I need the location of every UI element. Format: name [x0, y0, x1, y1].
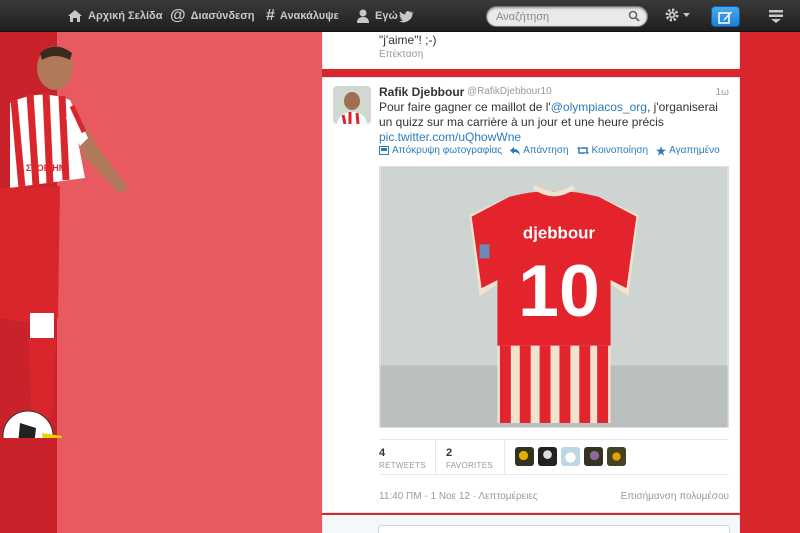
at-icon: @	[170, 7, 186, 24]
top-navigation-bar: Αρχική Σελίδα @ Διασύνδεση # Ανακάλυψε Ε…	[0, 0, 800, 32]
tweet-author-name[interactable]: Rafik Djebbour	[379, 85, 464, 99]
compose-tweet-button[interactable]	[711, 6, 740, 27]
twitter-bird-icon	[398, 10, 414, 22]
favoriter-avatar[interactable]	[538, 447, 557, 466]
hide-photo-label: Απόκρυψη φωτογραφίας	[392, 145, 503, 156]
favorites-stat[interactable]: 2 FAVORITES	[446, 447, 493, 470]
hashtag-icon: #	[266, 7, 275, 24]
avatar[interactable]	[333, 86, 371, 124]
retweets-label: RETWEETS	[379, 461, 426, 470]
more-menu-icon[interactable]	[768, 8, 784, 24]
photo-link[interactable]: pic.twitter.com/uQhowWne	[379, 130, 521, 144]
tweet-stats: 4 RETWEETS 2 FAVORITES	[379, 439, 729, 475]
star-icon	[656, 145, 667, 156]
favorite-action[interactable]: Αγαπημένο	[656, 145, 720, 156]
search-input[interactable]	[496, 7, 626, 27]
reply-action[interactable]: Απάντηση	[510, 145, 569, 156]
nav-discover[interactable]: # Ανακάλυψε	[266, 0, 339, 32]
hide-photo-action[interactable]: Απόκρυψη φωτογραφίας	[379, 145, 502, 156]
reply-area	[322, 515, 740, 533]
nav-discover-label: Ανακάλυψε	[279, 10, 339, 22]
search-box	[486, 6, 648, 27]
nav-home-label: Αρχική Σελίδα	[88, 10, 163, 22]
previous-tweet: "j'aime"! ;-) Επέκταση	[322, 32, 740, 69]
tweet-time[interactable]: 1ω	[716, 87, 729, 98]
previous-tweet-text: "j'aime"! ;-)	[379, 33, 437, 47]
retweets-count: 4	[379, 447, 386, 459]
shirt-name-text: djebbour	[523, 223, 596, 242]
favoriter-avatar[interactable]	[584, 447, 603, 466]
favoriter-avatar[interactable]	[607, 447, 626, 466]
photo-icon	[379, 146, 389, 155]
tweet-text-before: Pour faire gagner ce maillot de l'	[379, 100, 551, 114]
svg-text:ΣΤΟΙΧΗΜ: ΣΤΟΙΧΗΜ	[26, 163, 66, 173]
tweet-timestamp-row: 11:40 ΠΜ - 1 Νοε 12 · Λεπτομέρειες	[379, 491, 538, 502]
user-icon	[357, 9, 369, 23]
tweet-photo[interactable]: djebbour 10	[379, 166, 729, 428]
gear-icon	[665, 8, 679, 22]
favorite-label: Αγαπημένο	[669, 145, 720, 156]
tweet-timestamp[interactable]: 11:40 ΠΜ - 1 Νοε 12	[379, 491, 470, 502]
nav-me-label: Εγώ	[375, 10, 398, 22]
nav-me[interactable]: Εγώ	[356, 0, 415, 32]
shirt-number-text: 10	[518, 250, 600, 332]
settings-menu[interactable]	[664, 7, 690, 23]
details-link[interactable]: Λεπτομέρειες	[478, 491, 537, 502]
chevron-down-icon	[683, 12, 690, 17]
tweet-actions: Απόκρυψη φωτογραφίας Απάντηση Κοινοποίησ…	[379, 145, 720, 156]
tweet-author-handle[interactable]: @RafikDjebbour10	[467, 86, 552, 97]
favorites-count: 2	[446, 447, 453, 459]
mention-link[interactable]: @olympiacos_org	[551, 100, 647, 114]
background-player-image: ΣΤΟΙΧΗΜ	[0, 46, 128, 438]
compose-icon	[718, 11, 732, 24]
retweet-action[interactable]: Κοινοποίηση	[576, 145, 649, 156]
nav-home[interactable]: Αρχική Σελίδα	[67, 0, 162, 32]
favoriters-avatars	[515, 447, 626, 466]
favorites-label: FAVORITES	[446, 461, 494, 470]
reply-icon	[510, 146, 521, 155]
favoriter-avatar[interactable]	[561, 447, 580, 466]
search-icon[interactable]	[628, 10, 640, 22]
retweet-icon	[576, 146, 589, 155]
favoriter-avatar[interactable]	[515, 447, 534, 466]
background-right	[740, 32, 800, 533]
expand-link[interactable]: Επέκταση	[379, 49, 423, 60]
reply-label: Απάντηση	[523, 145, 569, 156]
retweets-stat[interactable]: 4 RETWEETS	[379, 447, 426, 470]
nav-connect-label: Διασύνδεση	[190, 10, 255, 22]
stats-divider	[504, 440, 505, 475]
nav-connect[interactable]: @ Διασύνδεση	[170, 0, 255, 32]
flag-media-link[interactable]: Επισήμανση πολυμέσου	[621, 491, 729, 502]
reply-input[interactable]	[378, 525, 730, 533]
tweet-card: Rafik Djebbour @RafikDjebbour10 1ω Pour …	[322, 77, 740, 513]
retweet-label: Κοινοποίηση	[591, 145, 649, 156]
tweet-text: Pour faire gagner ce maillot de l'@olymp…	[379, 100, 729, 145]
stats-divider	[435, 440, 436, 475]
home-icon	[68, 10, 82, 22]
